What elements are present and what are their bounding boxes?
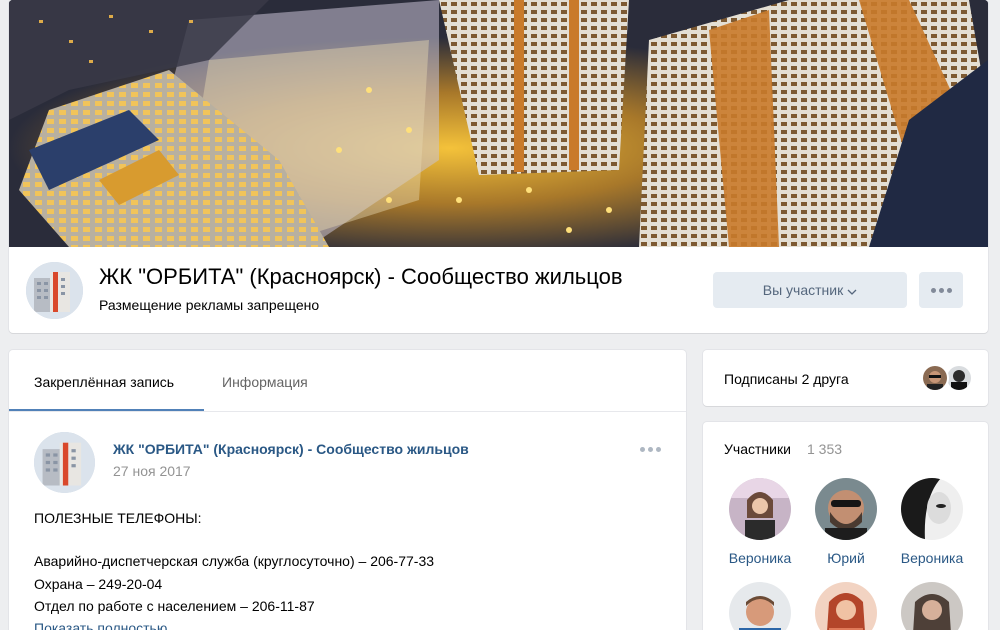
membership-button[interactable]: Вы участник [713,272,907,308]
member-name: Вероника [900,550,964,566]
post-text-line: Аварийно-диспетчерская служба (круглосут… [34,553,435,569]
post-text-line: Охрана – 249-20-04 [34,576,163,592]
member-item[interactable] [887,582,977,630]
active-tab-indicator [9,409,204,411]
post-author-avatar[interactable] [34,432,95,493]
friends-subscribed-label: Подписаны 2 друга [724,371,849,387]
friends-subscribed-card[interactable]: Подписаны 2 друга [703,350,988,406]
post-text-line: ПОЛЕЗНЫЕ ТЕЛЕФОНЫ: [34,510,202,526]
post-text-line: Отдел по работе с населением – 206-11-87 [34,598,315,614]
members-title[interactable]: Участники [724,441,791,457]
members-count: 1 353 [807,441,843,457]
friend-avatar [945,364,973,392]
post-menu-button[interactable] [640,447,661,452]
member-avatar [815,478,877,540]
member-avatar [729,478,791,540]
community-title: ЖК "ОРБИТА" (Красноярск) - Сообщество жи… [99,264,623,289]
members-card: Участники 1 353 Вероника Юрий Вероника [703,422,988,630]
member-avatar [901,582,963,630]
community-header: ЖК "ОРБИТА" (Красноярск) - Сообщество жи… [9,0,988,333]
member-avatar [729,582,791,630]
member-avatar [815,582,877,630]
more-actions-button[interactable] [919,272,963,308]
member-item[interactable]: Вероника [887,478,977,566]
tab-info[interactable]: Информация [222,374,308,390]
post-author-link[interactable]: ЖК "ОРБИТА" (Красноярск) - Сообщество жи… [113,441,469,457]
pinned-post-card: Закреплённая запись Информация ЖК "ОРБИТ… [9,350,686,630]
member-name: Вероника [728,550,792,566]
community-status: Размещение рекламы запрещено [99,297,320,313]
membership-button-label: Вы участник [762,282,844,298]
member-item[interactable]: Юрий [801,478,891,566]
member-avatar [901,478,963,540]
chevron-down-icon [847,282,857,298]
community-avatar[interactable] [26,262,83,319]
more-horizontal-icon [640,447,661,452]
member-item[interactable]: Вероника [715,478,805,566]
post-date[interactable]: 27 ноя 2017 [113,463,191,479]
member-item[interactable] [801,582,891,630]
show-more-link[interactable]: Показать полностью... [34,620,179,630]
tab-pinned-post[interactable]: Закреплённая запись [34,374,174,390]
more-horizontal-icon [930,287,952,293]
cover-image [9,0,988,247]
friend-avatar [921,364,949,392]
member-item[interactable] [715,582,805,630]
member-name: Юрий [827,550,865,566]
tab-bar: Закреплённая запись Информация [9,350,686,412]
